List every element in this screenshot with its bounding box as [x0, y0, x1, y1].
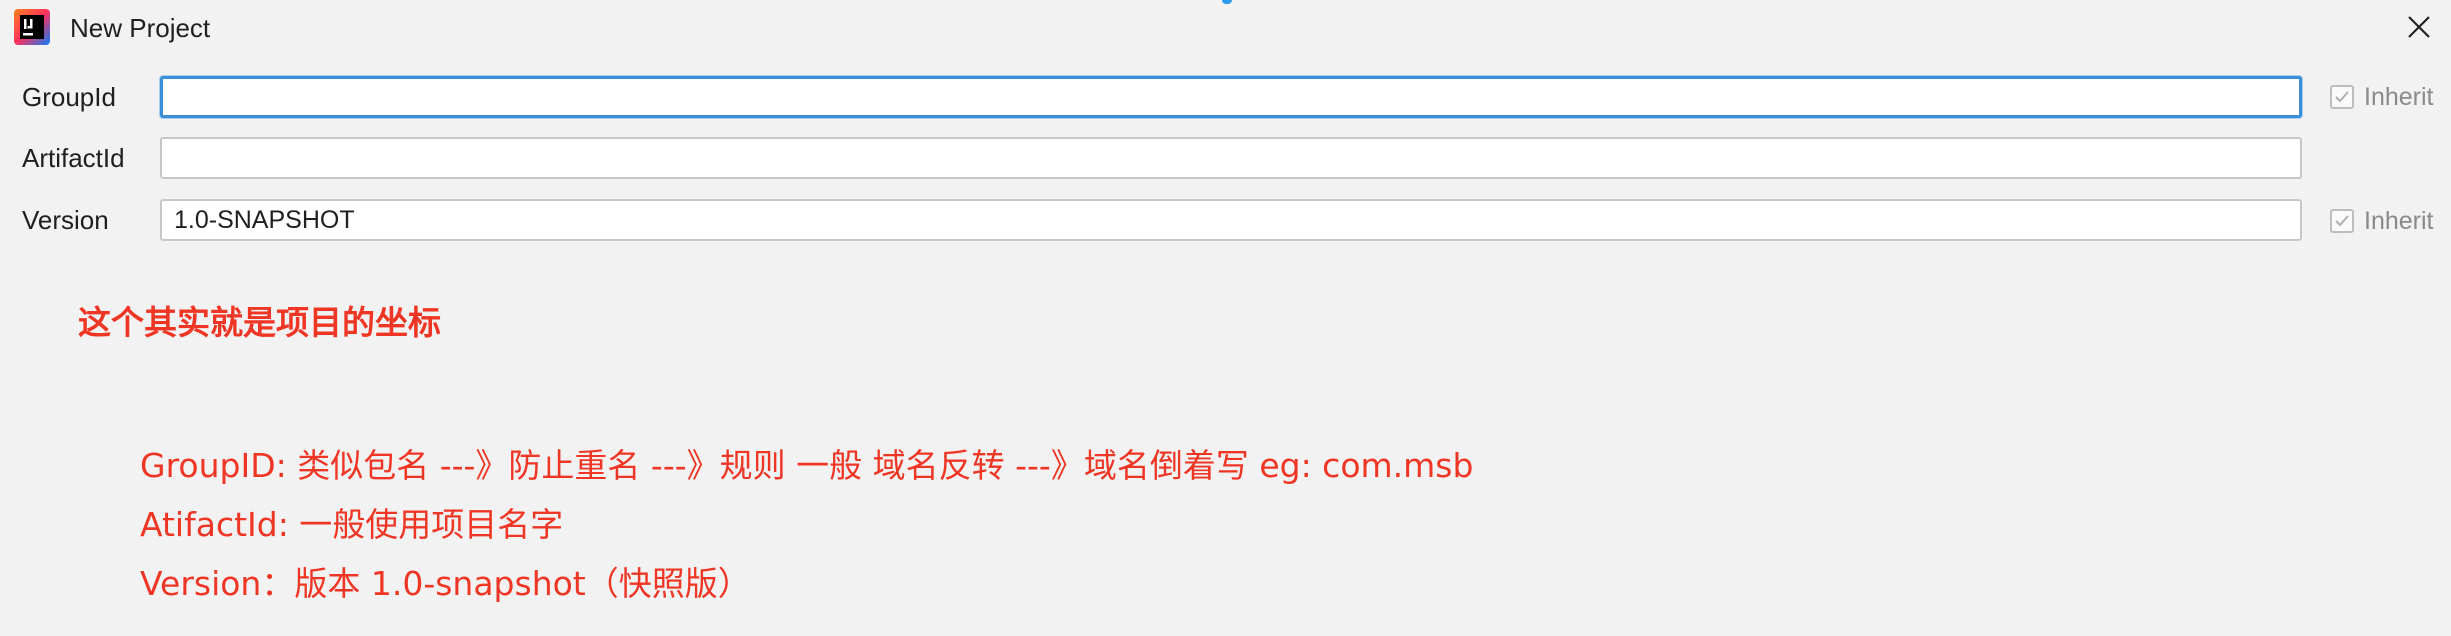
intellij-idea-icon	[14, 9, 50, 45]
version-label: Version	[22, 205, 109, 235]
inherit-label: Inherit	[2364, 82, 2434, 111]
group-id-inherit-checkbox[interactable]: Inherit	[2330, 81, 2433, 113]
checkbox-box[interactable]	[2330, 209, 2354, 233]
annotation-note-groupid: GroupID: 类似包名 ---》防止重名 ---》规则 一般 域名反转 --…	[140, 446, 1474, 485]
group-id-label: GroupId	[22, 82, 116, 112]
title-bar: New Project	[0, 0, 2451, 56]
group-id-input[interactable]	[160, 76, 2302, 118]
window-title: New Project	[70, 13, 211, 43]
artifact-id-label: ArtifactId	[22, 143, 125, 173]
new-project-dialog: New Project GroupId Inherit ArtifactId V…	[0, 0, 2451, 636]
annotation-note-version: Version：版本 1.0-snapshot（快照版）	[140, 564, 751, 603]
checkmark-icon	[2335, 215, 2349, 227]
version-input[interactable]	[160, 199, 2302, 241]
artifact-id-input[interactable]	[160, 137, 2302, 179]
annotation-note-artifactid: AtifactId: 一般使用项目名字	[140, 505, 564, 544]
close-icon[interactable]	[2402, 10, 2436, 44]
annotation-title: 这个其实就是项目的坐标	[78, 303, 441, 342]
inherit-label: Inherit	[2364, 206, 2434, 235]
checkmark-icon	[2335, 91, 2349, 103]
checkbox-box[interactable]	[2330, 85, 2354, 109]
version-inherit-checkbox[interactable]: Inherit	[2330, 205, 2433, 237]
